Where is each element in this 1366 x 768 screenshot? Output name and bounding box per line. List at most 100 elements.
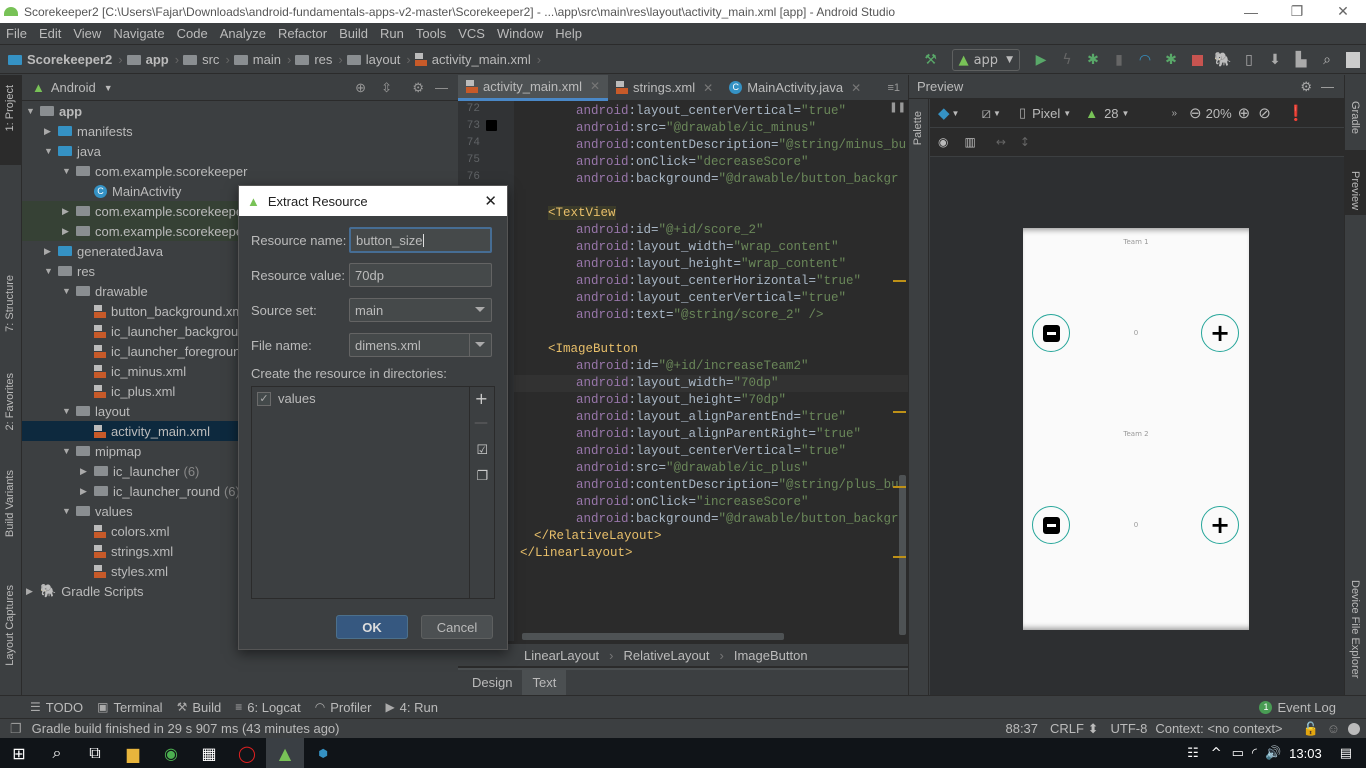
increase-team1-button[interactable]: + <box>1201 314 1239 352</box>
collapsed-arrow-icon[interactable]: ▶ <box>80 486 94 497</box>
orientation-icon[interactable]: ⧄ <box>981 105 991 122</box>
ok-button[interactable]: OK <box>336 615 408 639</box>
menu-file[interactable]: File <box>6 26 27 41</box>
warning-icon[interactable]: ❗ <box>1287 104 1306 122</box>
build-variants-tool-button[interactable]: Build Variants <box>4 470 16 537</box>
close-tab-icon[interactable]: ✕ <box>590 79 600 93</box>
menu-analyze[interactable]: Analyze <box>220 26 266 41</box>
run-icon[interactable]: ▶ <box>1030 49 1052 71</box>
android-studio-taskbar-icon[interactable]: ▲ <box>266 738 304 768</box>
debug-bug-icon[interactable]: ✱ <box>1082 49 1104 71</box>
crumb-main[interactable]: main › <box>233 52 291 67</box>
blueprint-icon[interactable]: ▥ <box>964 135 975 149</box>
tab-main-activity[interactable]: C MainActivity.java ✕ <box>721 75 869 101</box>
collapsed-arrow-icon[interactable]: ▶ <box>80 466 94 477</box>
profile-icon[interactable]: ◠ <box>1134 49 1156 71</box>
resource-name-input[interactable]: button_size <box>349 227 492 253</box>
show-hidden-icons-chevron[interactable]: ^ <box>1211 746 1222 761</box>
event-log-button[interactable]: 1 Event Log <box>1259 700 1336 715</box>
warning-marker[interactable] <box>893 280 906 282</box>
crumb-file[interactable]: activity_main.xml › <box>414 52 541 67</box>
favorites-tool-button[interactable]: 2: Favorites <box>4 373 16 430</box>
menu-vcs[interactable]: VCS <box>458 26 485 41</box>
menu-edit[interactable]: Edit <box>39 26 61 41</box>
crumb-layout[interactable]: layout › <box>346 52 411 67</box>
tab-text[interactable]: Text <box>522 670 567 695</box>
stop-icon[interactable] <box>1186 49 1208 71</box>
tab-strings[interactable]: strings.xml ✕ <box>608 75 721 101</box>
attach-process-icon[interactable]: ✱ <box>1160 49 1182 71</box>
api-level-select[interactable]: 28 <box>1104 106 1118 121</box>
lock-icon[interactable]: 🔓 <box>1303 721 1319 737</box>
collapse-all-icon[interactable]: ⇳ <box>381 80 392 96</box>
collapsed-arrow-icon[interactable]: ▶ <box>26 586 40 597</box>
gear-icon[interactable]: ⚙ <box>412 80 424 96</box>
gear-icon[interactable]: ⚙ <box>1300 79 1312 95</box>
project-structure-icon[interactable]: ▙ <box>1290 49 1312 71</box>
crumb-src[interactable]: src › <box>183 52 230 67</box>
chevron-down-icon[interactable]: ▼ <box>104 83 113 93</box>
wifi-icon[interactable]: ◜ <box>1252 746 1257 761</box>
menu-navigate[interactable]: Navigate <box>113 26 164 41</box>
inspector-icon[interactable]: ☺ <box>1327 721 1340 736</box>
horizontal-scrollbar[interactable] <box>522 633 784 640</box>
avd-manager-icon[interactable]: ▯ <box>1238 49 1260 71</box>
tab-activity-main[interactable]: activity_main.xml ✕ <box>458 74 609 101</box>
minimize-button[interactable]: — <box>1228 0 1274 23</box>
more-icon[interactable]: » <box>1171 108 1177 119</box>
menu-window[interactable]: Window <box>497 26 543 41</box>
make-project-hammer-icon[interactable]: ⚒ <box>920 49 942 71</box>
unselect-all-icon[interactable]: ❐ <box>476 469 488 484</box>
chevron-down-icon[interactable] <box>475 342 485 347</box>
select-all-icon[interactable]: ☑ <box>476 443 488 458</box>
task-view-icon[interactable]: ⧉ <box>76 738 114 768</box>
gradle-tool-button[interactable]: Gradle <box>1349 101 1361 134</box>
tab-design[interactable]: Design <box>462 670 522 695</box>
search-icon[interactable]: ⌕ <box>1316 49 1338 71</box>
source-set-select[interactable]: main <box>349 298 492 322</box>
people-icon[interactable]: ☷ <box>1187 746 1199 761</box>
close-tab-icon[interactable]: ✕ <box>703 81 713 95</box>
menu-help[interactable]: Help <box>555 26 582 41</box>
expanded-arrow-icon[interactable]: ▼ <box>62 286 76 296</box>
file-encoding[interactable]: UTF-8 <box>1110 721 1147 736</box>
context-indicator[interactable]: Context: <no context> <box>1155 721 1282 736</box>
crumb-app[interactable]: app › <box>126 52 179 67</box>
warning-marker[interactable] <box>893 486 906 488</box>
dialog-close-icon[interactable]: ✕ <box>484 192 497 210</box>
line-separator[interactable]: CRLF ⬍ <box>1050 721 1098 737</box>
eye-icon[interactable]: ◉ <box>938 135 948 149</box>
action-center-icon[interactable]: ▤ <box>1340 746 1352 761</box>
cancel-button[interactable]: Cancel <box>421 615 493 639</box>
expanded-arrow-icon[interactable]: ▼ <box>62 166 76 176</box>
menu-view[interactable]: View <box>73 26 101 41</box>
layers-icon[interactable]: ◆ <box>938 104 950 122</box>
device-file-explorer-button[interactable]: Device File Explorer <box>1349 580 1361 678</box>
store-icon[interactable]: ▦ <box>190 738 228 768</box>
increase-team2-button[interactable]: + <box>1201 506 1239 544</box>
resource-value-input[interactable]: 70dp <box>349 263 492 287</box>
maximize-button[interactable]: ❐ <box>1274 0 1320 23</box>
tree-item[interactable]: ▼ java <box>22 141 458 161</box>
tree-item[interactable]: ▼ app <box>22 101 458 121</box>
hide-panel-icon[interactable]: — <box>1321 79 1334 94</box>
sync-gradle-icon[interactable]: 🐘 <box>1212 49 1234 71</box>
volume-icon[interactable]: 🔊 <box>1265 746 1281 761</box>
palette-tool-button[interactable]: Palette <box>912 111 924 145</box>
crumb-relativelayout[interactable]: RelativeLayout <box>624 648 710 663</box>
windows-start-icon[interactable]: ⊞ <box>0 738 38 768</box>
expanded-arrow-icon[interactable]: ▼ <box>44 266 58 276</box>
caret-position[interactable]: 88:37 <box>1005 721 1038 736</box>
terminal-tool-button[interactable]: ▣ Terminal <box>97 700 162 715</box>
checkbox-checked[interactable]: ✓ <box>257 391 271 406</box>
hide-panel-icon[interactable]: — <box>435 80 448 95</box>
nox-icon[interactable]: ⬢ <box>304 738 342 768</box>
user-avatar-icon[interactable] <box>1342 49 1364 71</box>
device-select[interactable]: Pixel <box>1032 106 1060 121</box>
memory-indicator-icon[interactable] <box>1348 722 1360 735</box>
crumb-project[interactable]: Scorekeeper2 › <box>8 52 123 67</box>
vertical-scrollbar[interactable] <box>899 475 906 635</box>
expanded-arrow-icon[interactable]: ▼ <box>62 406 76 416</box>
status-message[interactable]: Gradle build finished in 29 s 907 ms (43… <box>32 721 340 736</box>
file-explorer-icon[interactable]: ▆ <box>114 738 152 768</box>
